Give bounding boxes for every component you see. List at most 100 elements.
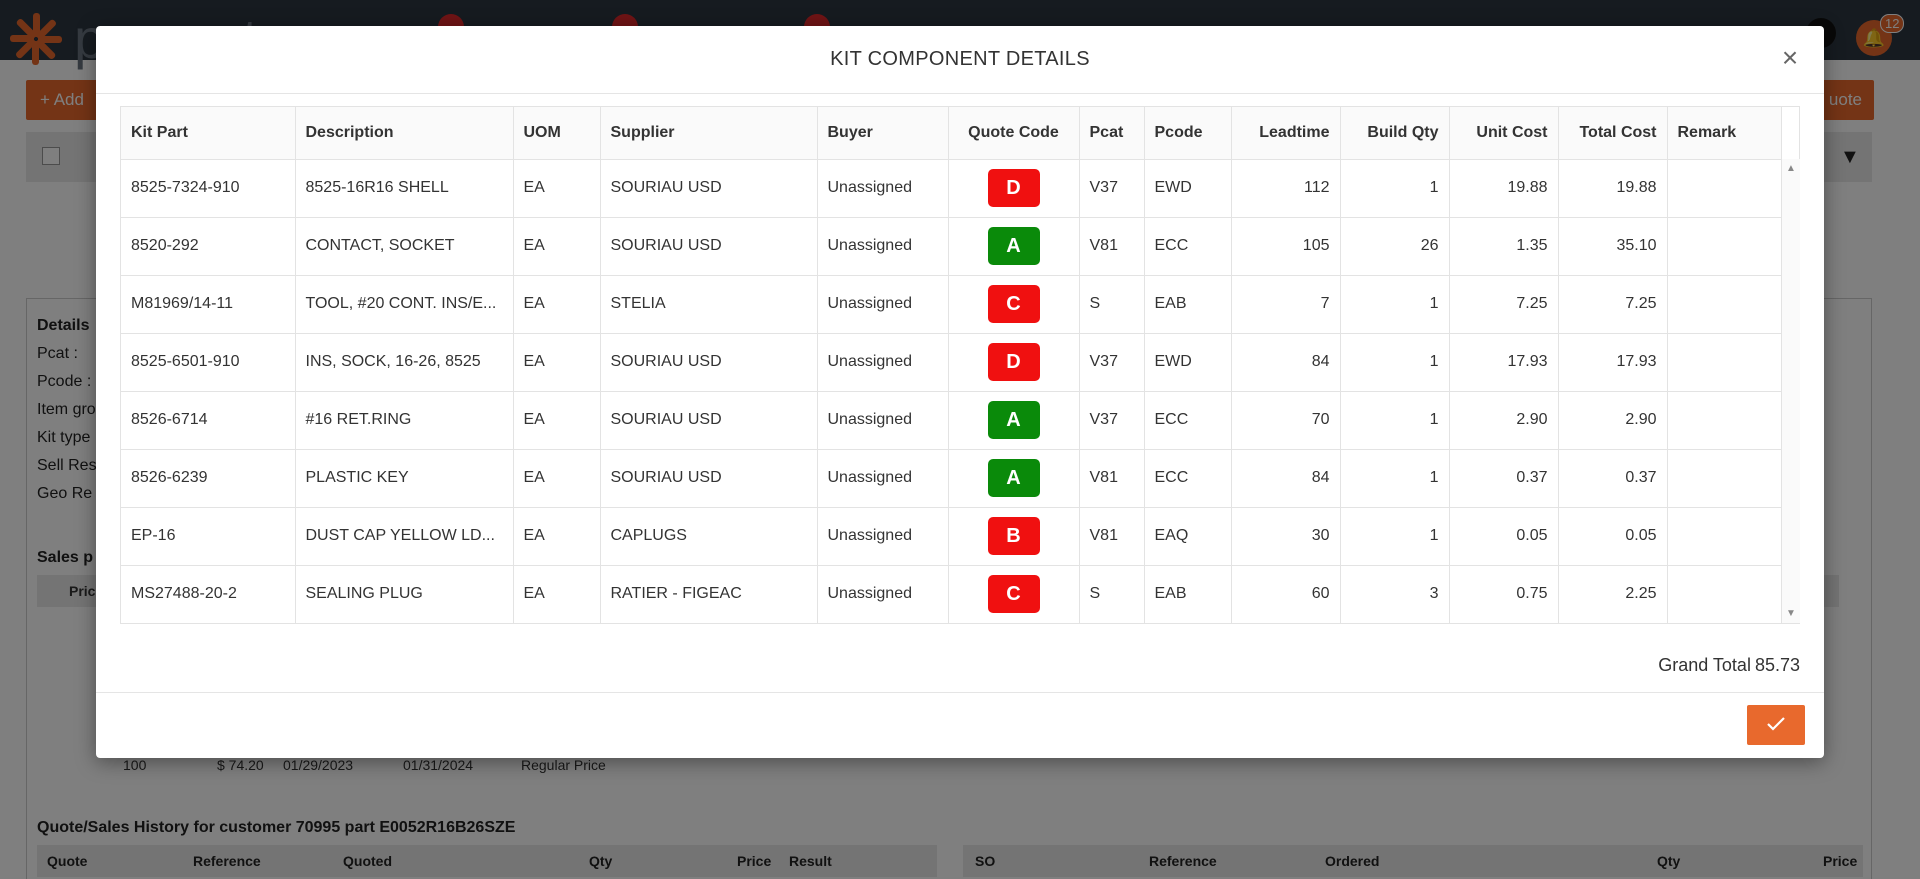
cell-supplier: CAPLUGS xyxy=(600,507,818,566)
cell-pcode: ECC xyxy=(1144,391,1232,450)
cell-unit-cost: 19.88 xyxy=(1449,159,1559,218)
cell-quote-code: A xyxy=(948,391,1080,450)
cell-kit-part: 8525-6501-910 xyxy=(121,333,296,392)
quote-code-badge: A xyxy=(987,227,1040,265)
cell-buyer: Unassigned xyxy=(817,565,949,624)
cell-total-cost: 17.93 xyxy=(1558,333,1668,392)
cell-supplier: SOURIAU USD xyxy=(600,449,818,508)
cell-unit-cost: 7.25 xyxy=(1449,275,1559,334)
kit-component-row[interactable]: 8525-7324-910 8525-16R16 SHELL EA SOURIAU U… xyxy=(121,159,1782,218)
cell-supplier: SOURIAU USD xyxy=(600,159,818,218)
confirm-button[interactable] xyxy=(1747,705,1805,745)
cell-leadtime: 7 xyxy=(1231,275,1341,334)
dialog-footer xyxy=(96,692,1824,758)
column-header-pcat[interactable]: Pcat xyxy=(1079,107,1145,160)
close-icon[interactable]: × xyxy=(1776,44,1804,74)
column-header-description[interactable]: Description xyxy=(295,107,514,160)
cell-description: INS, SOCK, 16-26, 8525 xyxy=(295,333,514,392)
cell-uom: EA xyxy=(513,449,601,508)
cell-supplier: RATIER - FIGEAC xyxy=(600,565,818,624)
kit-component-row[interactable]: 8520-292 CONTACT, SOCKET EA SOURIAU USD Unas… xyxy=(121,217,1782,276)
cell-total-cost: 35.10 xyxy=(1558,217,1668,276)
cell-quote-code: D xyxy=(948,159,1080,218)
cell-leadtime: 60 xyxy=(1231,565,1341,624)
cell-total-cost: 7.25 xyxy=(1558,275,1668,334)
cell-pcat: V37 xyxy=(1079,159,1145,218)
cell-build-qty: 1 xyxy=(1340,507,1450,566)
column-header-leadtime[interactable]: Leadtime xyxy=(1231,107,1341,160)
cell-build-qty: 1 xyxy=(1340,449,1450,508)
kit-component-row[interactable]: 8526-6239 PLASTIC KEY EA SOURIAU USD Unassig… xyxy=(121,449,1782,508)
cell-buyer: Unassigned xyxy=(817,449,949,508)
cell-remark xyxy=(1667,333,1782,392)
cell-total-cost: 2.25 xyxy=(1558,565,1668,624)
quote-code-badge: A xyxy=(987,401,1040,439)
cell-uom: EA xyxy=(513,507,601,566)
cell-description: TOOL, #20 CONT. INS/E... xyxy=(295,275,514,334)
scroll-up-arrow-icon[interactable]: ▲ xyxy=(1786,163,1796,174)
quote-code-badge: C xyxy=(987,575,1040,613)
cell-build-qty: 26 xyxy=(1340,217,1450,276)
cell-unit-cost: 1.35 xyxy=(1449,217,1559,276)
cell-remark xyxy=(1667,159,1782,218)
cell-unit-cost: 0.37 xyxy=(1449,449,1559,508)
cell-description: PLASTIC KEY xyxy=(295,449,514,508)
column-header-buyer[interactable]: Buyer xyxy=(817,107,949,160)
cell-remark xyxy=(1667,507,1782,566)
cell-uom: EA xyxy=(513,333,601,392)
cell-kit-part: EP-16 xyxy=(121,507,296,566)
cell-build-qty: 1 xyxy=(1340,275,1450,334)
column-header-supplier[interactable]: Supplier xyxy=(600,107,818,160)
column-header-uom[interactable]: UOM xyxy=(513,107,601,160)
kit-component-row[interactable]: 8526-6714 #16 RET.RING EA SOURIAU USD Unassi… xyxy=(121,391,1782,450)
cell-leadtime: 84 xyxy=(1231,333,1341,392)
cell-kit-part: 8520-292 xyxy=(121,217,296,276)
column-header-quote-code[interactable]: Quote Code xyxy=(948,107,1080,160)
column-header-pcode[interactable]: Pcode xyxy=(1144,107,1232,160)
dialog-title: KIT COMPONENT DETAILS xyxy=(830,48,1090,70)
cell-buyer: Unassigned xyxy=(817,507,949,566)
cell-remark xyxy=(1667,217,1782,276)
cell-supplier: SOURIAU USD xyxy=(600,391,818,450)
quote-code-badge: D xyxy=(987,343,1040,381)
cell-uom: EA xyxy=(513,565,601,624)
column-header-unit-cost[interactable]: Unit Cost xyxy=(1449,107,1559,160)
column-header-total-cost[interactable]: Total Cost xyxy=(1558,107,1668,160)
scroll-down-arrow-icon[interactable]: ▼ xyxy=(1786,608,1796,619)
cell-build-qty: 3 xyxy=(1340,565,1450,624)
cell-remark xyxy=(1667,449,1782,508)
cell-build-qty: 1 xyxy=(1340,159,1450,218)
grand-total-label: Grand Total xyxy=(1658,655,1751,675)
cell-description: DUST CAP YELLOW LD... xyxy=(295,507,514,566)
cell-remark xyxy=(1667,275,1782,334)
cell-uom: EA xyxy=(513,159,601,218)
cell-remark xyxy=(1667,391,1782,450)
cell-pcode: ECC xyxy=(1144,449,1232,508)
kit-component-row[interactable]: 8525-6501-910 INS, SOCK, 16-26, 8525 EA SOU… xyxy=(121,333,1782,392)
cell-quote-code: A xyxy=(948,217,1080,276)
cell-pcat: V37 xyxy=(1079,333,1145,392)
column-header-build-qty[interactable]: Build Qty xyxy=(1340,107,1450,160)
kit-component-row[interactable]: MS27488-20-2 SEALING PLUG EA RATIER - FIGEA… xyxy=(121,565,1782,624)
cell-pcode: EAB xyxy=(1144,565,1232,624)
kit-component-grid: Kit Part Description UOM Supplier Buyer … xyxy=(120,106,1800,624)
kit-component-row[interactable]: M81969/14-11 TOOL, #20 CONT. INS/E... EA ST… xyxy=(121,275,1782,334)
cell-unit-cost: 0.05 xyxy=(1449,507,1559,566)
cell-unit-cost: 17.93 xyxy=(1449,333,1559,392)
cell-kit-part: M81969/14-11 xyxy=(121,275,296,334)
quote-code-badge: D xyxy=(987,169,1040,207)
cell-description: 8525-16R16 SHELL xyxy=(295,159,514,218)
cell-uom: EA xyxy=(513,275,601,334)
cell-pcat: S xyxy=(1079,275,1145,334)
column-header-remark[interactable]: Remark xyxy=(1667,107,1782,160)
kit-component-row[interactable]: EP-16 DUST CAP YELLOW LD... EA CAPLUGS Unass… xyxy=(121,507,1782,566)
cell-pcode: EWD xyxy=(1144,333,1232,392)
cell-pcode: EAQ xyxy=(1144,507,1232,566)
quote-code-badge: A xyxy=(987,459,1040,497)
cell-pcode: EWD xyxy=(1144,159,1232,218)
cell-kit-part: 8525-7324-910 xyxy=(121,159,296,218)
cell-kit-part: MS27488-20-2 xyxy=(121,565,296,624)
grid-scrollbar[interactable]: ▲ ▼ xyxy=(1781,159,1800,623)
column-header-kit-part[interactable]: Kit Part xyxy=(121,107,296,160)
cell-total-cost: 0.05 xyxy=(1558,507,1668,566)
